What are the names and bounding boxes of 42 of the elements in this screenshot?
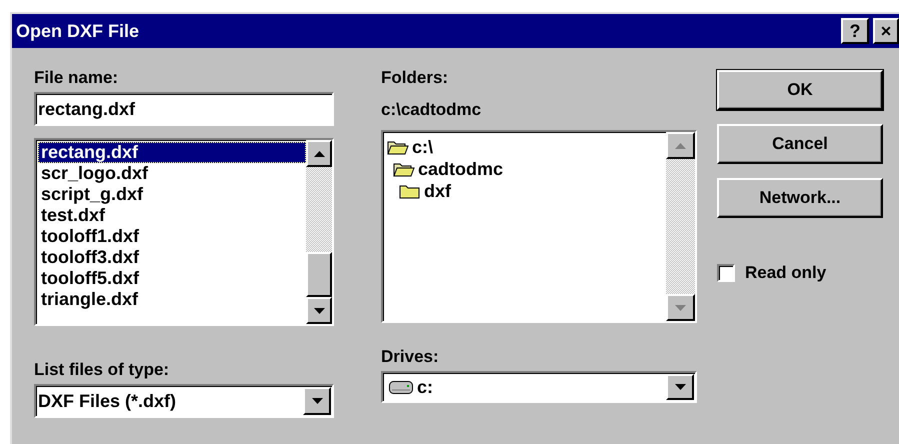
field-label: List files of type: — [34, 360, 170, 381]
file-item[interactable]: script_g.dxf — [38, 184, 306, 205]
open-folder-icon — [393, 161, 415, 177]
dropdown-button[interactable] — [666, 374, 694, 400]
file-item[interactable]: rectang.dxf — [38, 142, 306, 163]
drive-icon — [389, 380, 413, 394]
help-button[interactable]: ? — [841, 18, 869, 44]
dialog-button[interactable]: Network... — [717, 178, 883, 218]
dialog-button[interactable]: OK — [717, 70, 883, 110]
file-item[interactable]: test.dxf — [38, 205, 306, 226]
current-path: c:\cadtodmc — [381, 100, 482, 121]
dialog-button[interactable]: Cancel — [717, 124, 883, 164]
file-type-dropdown[interactable]: DXF Files (*.dxf) — [34, 384, 334, 418]
file-name-field[interactable]: rectang.dxf — [34, 92, 334, 126]
down-arrow-icon — [675, 304, 686, 310]
up-arrow-icon — [314, 150, 324, 156]
down-arrow-icon — [314, 308, 324, 314]
down-arrow-icon — [674, 384, 686, 390]
file-item[interactable]: scr_logo.dxf — [38, 163, 306, 184]
field-label: Drives: — [381, 347, 440, 368]
open-folder-icon — [387, 139, 409, 155]
checkbox-label: Read only — [745, 262, 826, 284]
down-arrow-icon — [312, 398, 322, 404]
checkbox[interactable] — [717, 264, 735, 282]
dropdown-button[interactable] — [303, 387, 331, 415]
dropdown-value: DXF Files (*.dxf) — [37, 390, 178, 413]
scroll-down-button[interactable] — [306, 297, 332, 324]
field-label: Folders: — [381, 68, 450, 89]
file-item[interactable]: tooloff3.dxf — [38, 247, 306, 268]
folder-icon — [399, 183, 421, 199]
close-button[interactable]: × — [873, 18, 899, 44]
drives-dropdown[interactable]: c: — [381, 371, 697, 403]
scrollbar[interactable] — [306, 140, 332, 324]
file-item[interactable]: tooloff1.dxf — [38, 226, 306, 247]
field-label: File name: — [34, 68, 120, 89]
scroll-up-button[interactable] — [306, 140, 332, 167]
up-arrow-icon — [675, 142, 686, 148]
file-item[interactable]: triangle.dxf — [38, 289, 306, 310]
window-title: Open DXF File — [16, 20, 140, 43]
dropdown-value: c: — [416, 376, 434, 398]
scroll-thumb[interactable] — [306, 252, 332, 297]
file-item[interactable]: tooloff5.dxf — [38, 268, 306, 289]
